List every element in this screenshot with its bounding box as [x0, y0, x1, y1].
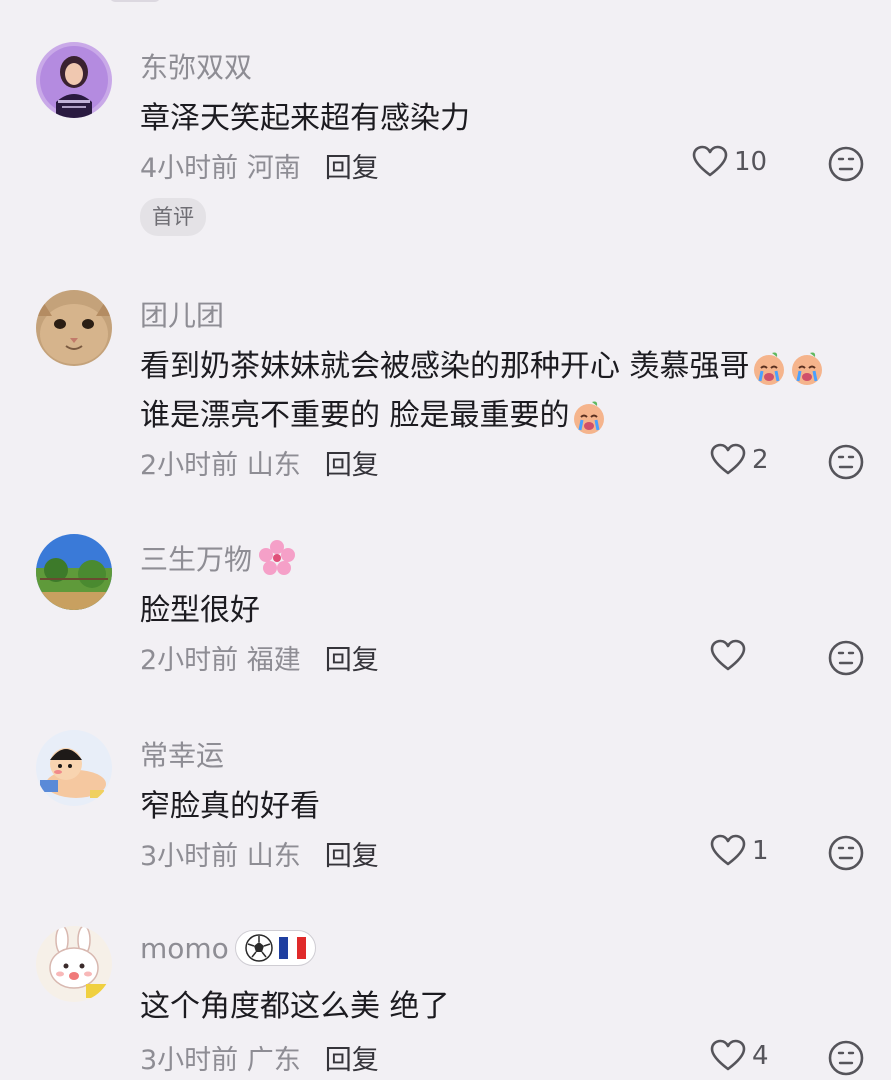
avatar[interactable]: [36, 730, 112, 806]
timestamp: 3小时前: [140, 841, 239, 872]
comment-text: 脸型很好: [140, 586, 260, 635]
first-comment-badge: 首评: [140, 198, 206, 236]
avatar[interactable]: [36, 926, 112, 1002]
comment-meta: 2小时前 福建 回复: [140, 638, 379, 677]
comment-meta: 3小时前 山东 回复: [140, 834, 379, 873]
comment-meta: 3小时前 广东 回复: [140, 1038, 379, 1077]
comment-line: 章泽天笑起来超有感染力: [140, 101, 470, 136]
scroll-handle: [110, 0, 160, 2]
crying-emoji-icon: [753, 352, 784, 385]
timestamp: 2小时前: [140, 450, 239, 481]
like-button[interactable]: 1: [708, 831, 769, 871]
username[interactable]: 团儿团: [140, 294, 224, 334]
comment-text: 看到奶茶妹妹就会被感染的那种开心 羡慕强哥 谁是漂亮不重要的 脸是最重要的: [140, 342, 826, 440]
reply-button[interactable]: 回复: [325, 834, 379, 873]
avatar[interactable]: [36, 534, 112, 610]
dislike-face-icon[interactable]: [826, 638, 866, 678]
crying-emoji-icon: [573, 401, 604, 434]
reply-button[interactable]: 回复: [325, 443, 379, 482]
like-count: 4: [752, 1041, 769, 1071]
comment-text: 这个角度都这么美 绝了: [140, 982, 450, 1031]
comment-line: 这个角度都这么美 绝了: [140, 989, 450, 1024]
heart-icon: [710, 834, 746, 866]
comment-meta: 2小时前 山东 回复: [140, 443, 379, 482]
like-count: 2: [752, 445, 769, 475]
dislike-face-icon[interactable]: [826, 1038, 866, 1078]
username-text: momo: [140, 931, 229, 965]
dislike-face-icon[interactable]: [826, 442, 866, 482]
comment-text: 章泽天笑起来超有感染力: [140, 94, 470, 143]
username[interactable]: 常幸运: [140, 734, 224, 774]
comment-line: 看到奶茶妹妹就会被感染的那种开心 羡慕强哥: [140, 342, 826, 391]
crying-emoji-icon: [791, 352, 822, 385]
location: 广东: [246, 1045, 301, 1076]
comment-meta: 4小时前 河南 回复: [140, 146, 379, 185]
location: 山东: [246, 450, 301, 481]
like-button[interactable]: 4: [708, 1036, 769, 1076]
like-button[interactable]: [708, 636, 752, 676]
dislike-face-icon[interactable]: [826, 833, 866, 873]
location: 福建: [246, 645, 301, 676]
username[interactable]: 三生万物: [140, 538, 296, 578]
cherry-blossom-icon: [259, 540, 296, 575]
like-count: 10: [734, 147, 768, 177]
location: 山东: [246, 841, 301, 872]
heart-icon: [710, 1039, 746, 1071]
badge-pill: [234, 930, 316, 966]
comment-line-text: 谁是漂亮不重要的 脸是最重要的: [140, 398, 570, 433]
reply-button[interactable]: 回复: [325, 638, 379, 677]
username[interactable]: 东弥双双: [140, 46, 252, 86]
heart-icon: [710, 639, 746, 671]
like-count: 1: [752, 836, 769, 866]
heart-icon: [692, 145, 728, 177]
timestamp: 3小时前: [140, 1045, 239, 1076]
like-button[interactable]: 10: [690, 142, 767, 182]
comment-line: 窄脸真的好看: [140, 789, 320, 824]
timestamp: 2小时前: [140, 645, 239, 676]
comment-line: 谁是漂亮不重要的 脸是最重要的: [140, 391, 826, 440]
like-button[interactable]: 2: [708, 440, 769, 480]
username[interactable]: momo: [140, 930, 316, 966]
dislike-face-icon[interactable]: [826, 144, 866, 184]
location: 河南: [246, 153, 301, 184]
comment-line: 脸型很好: [140, 593, 260, 628]
comment-text: 窄脸真的好看: [140, 782, 320, 831]
reply-button[interactable]: 回复: [325, 1038, 379, 1077]
soccer-ball-icon: [245, 934, 273, 962]
avatar[interactable]: [36, 290, 112, 366]
username-text: 三生万物: [140, 543, 253, 576]
comment-line-text: 看到奶茶妹妹就会被感染的那种开心 羡慕强哥: [140, 349, 750, 384]
heart-icon: [710, 443, 746, 475]
france-flag-icon: [278, 937, 306, 959]
avatar[interactable]: [36, 42, 112, 118]
timestamp: 4小时前: [140, 153, 239, 184]
reply-button[interactable]: 回复: [325, 146, 379, 185]
